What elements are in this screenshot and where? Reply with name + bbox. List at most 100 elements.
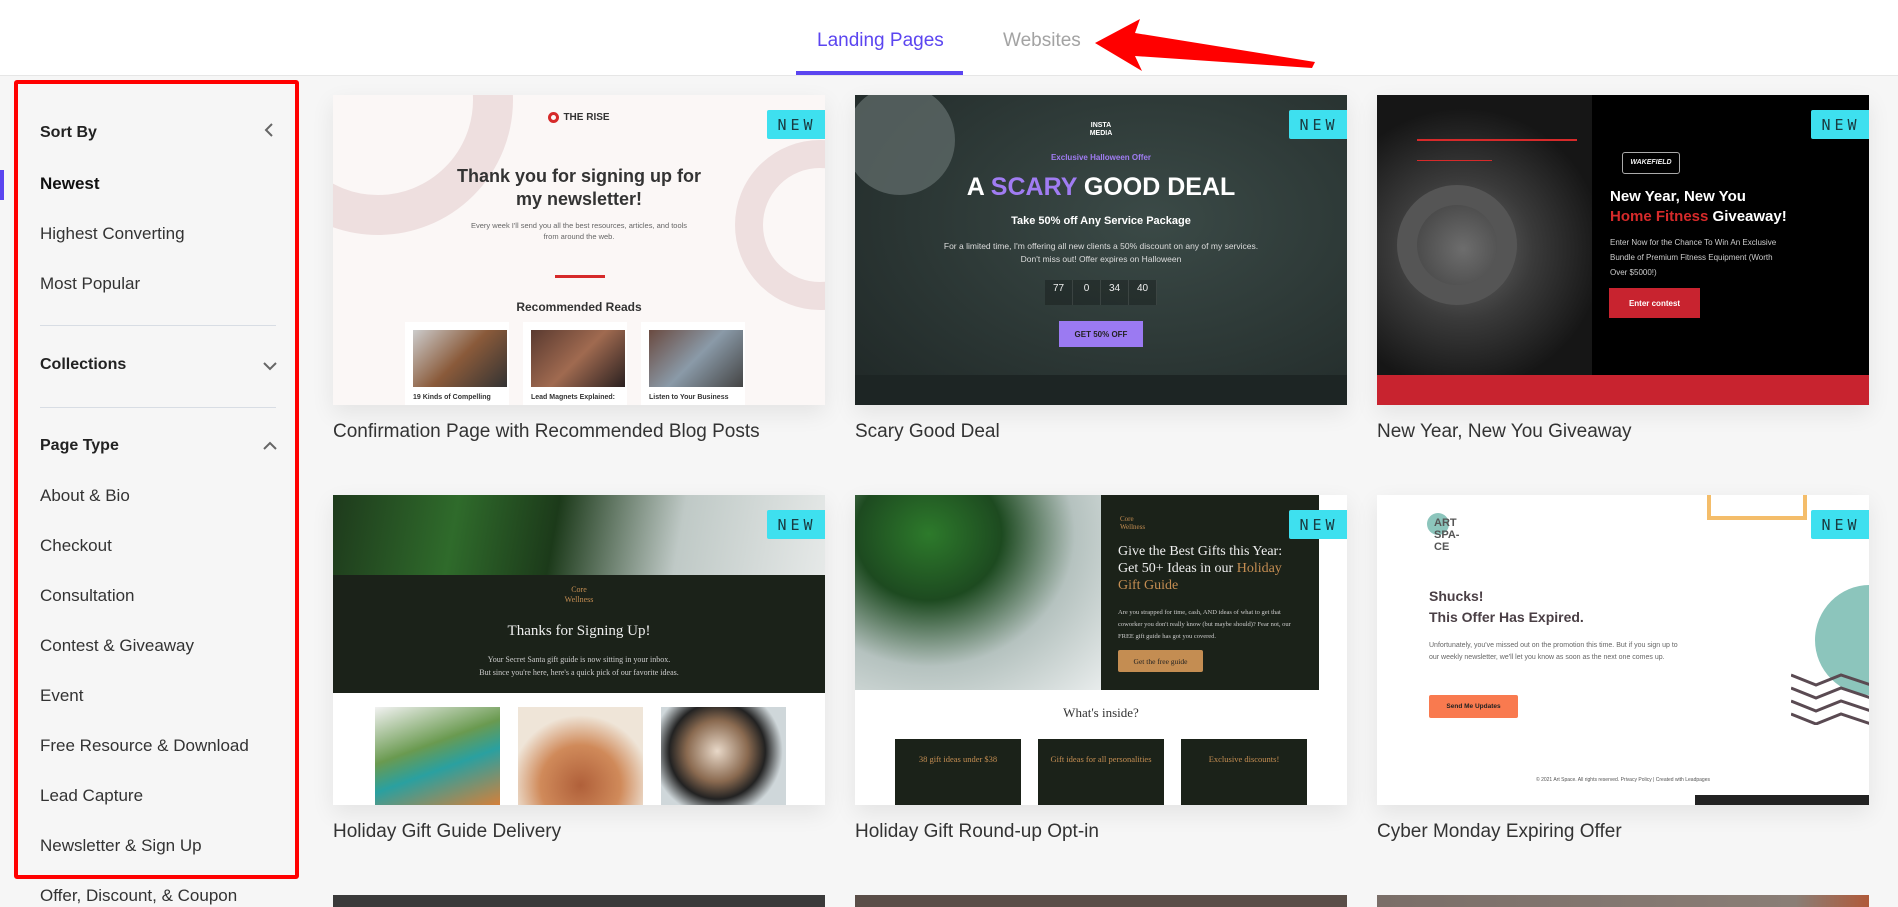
template-title[interactable]: New Year, New You Giveaway (1377, 421, 1632, 443)
page-type-lead-capture[interactable]: Lead Capture (40, 786, 143, 806)
page-type-newsletter[interactable]: Newsletter & Sign Up (40, 836, 202, 856)
preview-subtext: Unfortunately, you've missed out on the … (1429, 642, 1678, 661)
sort-by-heading[interactable]: Sort By (40, 124, 97, 142)
new-badge: NEW (767, 510, 825, 539)
new-badge: NEW (1289, 510, 1347, 539)
template-preview[interactable]: ART SPA- CE Shucks! This Offer Has Expire… (1377, 495, 1869, 805)
preview-subheadline: Take 50% off Any Service Package (1011, 215, 1191, 227)
template-title[interactable]: Holiday Gift Guide Delivery (333, 821, 561, 843)
accent-line (1417, 160, 1492, 161)
post-image (413, 330, 507, 387)
chevron-down-icon[interactable] (262, 358, 278, 374)
template-title[interactable]: Confirmation Page with Recommended Blog … (333, 421, 760, 443)
preview-headline: Thank you for signing up for my newslette… (457, 166, 701, 209)
selected-sort-indicator (0, 170, 4, 200)
countdown-hours: 0 (1073, 280, 1101, 305)
page-type-offer-discount[interactable]: Offer, Discount, & Coupon (40, 886, 237, 906)
preview-headline: New Year, New You Home Fitness Giveaway! (1610, 188, 1787, 225)
preview-cta: Send Me Updates (1429, 695, 1518, 718)
template-card-partial[interactable] (1377, 895, 1869, 907)
brand-logo: INSTA MEDIA (1089, 122, 1113, 137)
template-preview[interactable]: WAKEFIELD New Year, New You Home Fitness … (1377, 95, 1869, 405)
preview-eyebrow: Exclusive Halloween Offer (1050, 153, 1152, 162)
chevron-left-icon[interactable] (262, 122, 278, 138)
active-tab-indicator (796, 71, 963, 75)
sort-option-highest-converting[interactable]: Highest Converting (40, 224, 185, 244)
logo-icon (548, 112, 560, 123)
new-badge: NEW (1811, 110, 1869, 139)
template-preview[interactable]: INSTA MEDIA Exclusive Halloween Offer A S… (855, 95, 1347, 405)
tab-websites[interactable]: Websites (1003, 30, 1081, 52)
preview-subtext: Your Secret Santa gift guide is now sitt… (479, 655, 679, 677)
template-card[interactable]: ART SPA- CE Shucks! This Offer Has Expire… (1377, 495, 1869, 842)
template-card[interactable]: INSTA MEDIA Exclusive Halloween Offer A S… (855, 95, 1347, 442)
tab-landing-pages[interactable]: Landing Pages (817, 30, 944, 52)
template-card[interactable]: Core Wellness Thanks for Signing Up! Your… (333, 495, 825, 842)
preview-cta: GET 50% OFF (1059, 321, 1143, 347)
pine-branch-photo (333, 495, 825, 575)
countdown-minutes: 34 (1101, 280, 1129, 305)
page-type-consultation[interactable]: Consultation (40, 586, 135, 606)
divider (40, 325, 276, 326)
collections-heading[interactable]: Collections (40, 356, 126, 374)
chevron-up-icon[interactable] (262, 438, 278, 454)
divider (555, 275, 605, 278)
preview-subtext: Are you strapped for time, cash, AND ide… (1118, 609, 1291, 640)
preview-subtext: Every week I'll send you all the best re… (470, 221, 688, 241)
feature-box: Gift ideas for all personalities (1038, 739, 1164, 805)
template-title[interactable]: Cyber Monday Expiring Offer (1377, 821, 1622, 843)
new-badge: NEW (1289, 110, 1347, 139)
brand-logo: THE RISE (333, 112, 825, 123)
preview-subtext: Enter Now for the Chance To Win An Exclu… (1610, 238, 1777, 277)
page-type-about-bio[interactable]: About & Bio (40, 486, 130, 506)
preview-section-heading: What's inside? (1063, 705, 1139, 720)
divider (40, 407, 276, 408)
preview-headline: A SCARY GOOD DEAL (966, 173, 1236, 201)
sort-option-most-popular[interactable]: Most Popular (40, 274, 140, 294)
page-type-checkout[interactable]: Checkout (40, 536, 112, 556)
template-card-partial[interactable] (855, 895, 1347, 907)
page-type-heading[interactable]: Page Type (40, 437, 119, 455)
template-card[interactable]: Core Wellness Give the Best Gifts this Ye… (855, 495, 1347, 842)
plants-photo (375, 707, 500, 805)
post-image (531, 330, 625, 387)
page-type-event[interactable]: Event (40, 686, 83, 706)
preview-subtext: For a limited time, I'm offering all new… (943, 241, 1259, 264)
template-preview[interactable]: THE RISE Thank you for signing up for my … (333, 95, 825, 405)
sort-option-newest[interactable]: Newest (40, 174, 100, 194)
brand-logo: ART SPA- CE (1434, 517, 1460, 553)
preview-headline: Thanks for Signing Up! (507, 623, 651, 639)
image-edge (1695, 795, 1869, 805)
top-tab-bar: Landing Pages Websites (0, 0, 1898, 76)
new-badge: NEW (767, 110, 825, 139)
brand-logo: Core Wellness (564, 585, 594, 604)
footer-strip (1377, 375, 1869, 405)
template-title[interactable]: Holiday Gift Round-up Opt-in (855, 821, 1099, 843)
weight-plate-graphic (1397, 185, 1517, 305)
preview-footer: © 2021 Art Space. All rights reserved. P… (1536, 777, 1710, 783)
template-card[interactable]: WAKEFIELD New Year, New You Home Fitness … (1377, 95, 1869, 442)
brand-logo: Core Wellness (1120, 515, 1146, 531)
post-card: Lead Magnets Explained: (523, 322, 627, 405)
preview-cta: Get the free guide (1118, 650, 1203, 672)
countdown-timer: 77 0 34 40 (1045, 280, 1157, 305)
feature-box: Exclusive discounts! (1181, 739, 1307, 805)
template-preview[interactable]: Core Wellness Thanks for Signing Up! Your… (333, 495, 825, 805)
countdown-days: 77 (1045, 280, 1073, 305)
decorative-frame (1707, 495, 1807, 520)
sidebar-highlight-box (14, 80, 299, 879)
page-type-free-resource[interactable]: Free Resource & Download (40, 736, 249, 756)
preview-cta: Enter contest (1609, 288, 1700, 318)
red-annotation-arrow-icon (1095, 19, 1315, 71)
coffee-photo (661, 707, 786, 805)
template-preview[interactable]: Core Wellness Give the Best Gifts this Ye… (855, 495, 1347, 805)
template-card[interactable]: THE RISE Thank you for signing up for my … (333, 95, 825, 442)
diffuser-photo (518, 707, 643, 805)
preview-section-heading: Recommended Reads (516, 300, 642, 314)
new-badge: NEW (1811, 510, 1869, 539)
page-type-contest-giveaway[interactable]: Contest & Giveaway (40, 636, 194, 656)
preview-headline: Shucks! This Offer Has Expired. (1429, 588, 1584, 625)
template-card-partial[interactable] (333, 895, 825, 907)
template-title[interactable]: Scary Good Deal (855, 421, 1000, 443)
post-card: Listen to Your Business (641, 322, 745, 405)
